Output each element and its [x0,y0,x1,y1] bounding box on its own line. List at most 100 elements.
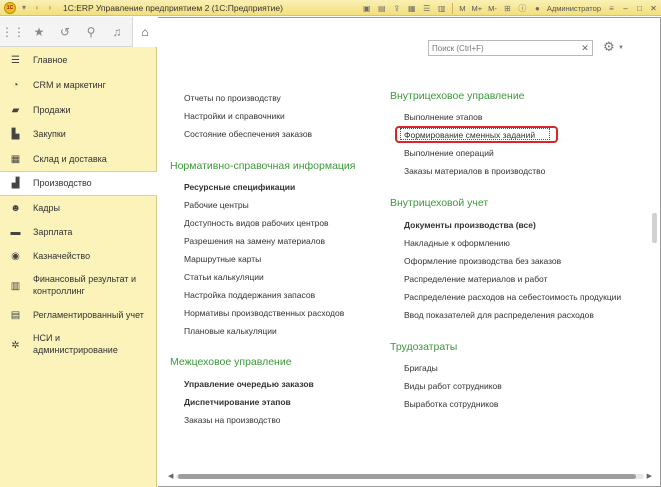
sidebar-item-treasury[interactable]: ◉ Казначейство [0,248,157,264]
forward-icon[interactable]: › [45,3,55,13]
sidebar-item-warehouse[interactable]: ▦ Склад и доставка [0,151,157,167]
sidebar-item-label: Главное [33,54,68,65]
save-icon[interactable]: ▣ [361,3,372,14]
scroll-thumb[interactable] [178,474,636,479]
memory-add-button[interactable]: M+ [471,4,482,13]
link-work-centers[interactable]: Рабочие центры [184,200,249,211]
scroll-right-icon[interactable]: ▶ [647,472,652,480]
close-icon[interactable]: ✕ [647,2,660,15]
sidebar-item-main[interactable]: ☰ Главное [0,52,157,68]
vertical-scrollbar[interactable] [652,213,657,243]
link-production-orders[interactable]: Заказы на производство [184,415,280,426]
star-icon[interactable]: ★ [26,17,52,47]
sidebar-item-label: Продажи [33,104,71,115]
search-box[interactable] [428,40,592,56]
main-panel: ✕ ⚙ ▼ Отчеты по производству Настройки и… [158,17,661,487]
search-icon[interactable]: ⚲ [78,17,104,47]
sidebar-item-label: Производство [33,178,92,188]
sidebar-item-label: контроллинг [33,286,85,296]
sidebar-item-production[interactable]: ▟ Производство [0,171,157,196]
bell-icon[interactable]: ♫ [104,17,130,47]
chevron-down-icon[interactable]: ▾ [19,3,29,13]
chevron-down-icon[interactable]: ▼ [618,45,624,51]
link-material-substitution[interactable]: Разрешения на замену материалов [184,236,325,247]
warehouse-icon: ▦ [10,153,21,165]
sales-icon: ▰ [11,104,20,116]
section-title-intra-acc: Внутрицеховой учет [390,197,489,209]
upload-icon[interactable]: ⇪ [391,3,402,14]
person-icon[interactable]: ● [532,3,543,14]
cart-icon: ▙ [11,128,20,140]
sidebar-item-crm[interactable]: ◔ CRM и маркетинг [0,77,157,93]
link-material-orders[interactable]: Заказы материалов в производство [404,166,545,177]
memory-button[interactable]: M [459,4,465,13]
link-operations-execution[interactable]: Выполнение операций [404,148,494,159]
horizontal-scrollbar[interactable]: ◀ ▶ [168,472,652,480]
window-title: 1С:ERP Управление предприятием 2 (1С:Пре… [63,2,283,13]
link-order-queue[interactable]: Управление очередью заказов [184,379,314,390]
sidebar-item-purchases[interactable]: ▙ Закупки [0,126,157,142]
link-resource-specs[interactable]: Ресурсные спецификации [184,182,295,193]
sidebar-item-label: Казначейство [33,250,91,261]
report-icon: ▤ [10,309,21,321]
link-production-norms[interactable]: Нормативы производственных расходов [184,308,344,319]
link-stock-settings[interactable]: Настройка поддержания запасов [184,290,315,301]
link-work-center-availability[interactable]: Доступность видов рабочих центров [184,218,329,229]
link-production-reports[interactable]: Отчеты по производству [184,93,281,104]
minimize-icon[interactable]: – [619,2,632,15]
chart-icon: ▥ [10,280,21,292]
link-employee-output[interactable]: Выработка сотрудников [404,399,498,410]
zoom-icon[interactable]: ⊞ [502,3,513,14]
memory-subtract-button[interactable]: M- [488,4,497,13]
link-order-supply[interactable]: Состояние обеспечения заказов [184,129,312,140]
link-distribution-indicators[interactable]: Ввод показателей для распределения расхо… [404,310,594,321]
link-production-documents[interactable]: Документы производства (все) [404,220,536,231]
link-material-distribution[interactable]: Распределение материалов и работ [404,274,548,285]
link-production-no-orders[interactable]: Оформление производства без заказов [404,256,561,267]
section-title-inter: Межцеховое управление [170,356,292,368]
scroll-left-icon[interactable]: ◀ [168,472,173,480]
link-invoices[interactable]: Накладные к оформлению [404,238,510,249]
link-work-types[interactable]: Виды работ сотрудников [404,381,502,392]
link-shift-tasks[interactable]: Формирование сменных заданий [404,130,535,141]
grid-icon[interactable]: ⋮⋮ [0,17,26,47]
sidebar-item-label: Закупки [33,128,66,139]
link-stage-dispatch[interactable]: Диспетчирование этапов [184,397,291,408]
sidebar: ☰ Главное ◔ CRM и маркетинг ▰ Продажи ▙ … [0,47,157,487]
sidebar-item-label: Финансовый результат и [33,274,137,284]
menu-icon[interactable]: ≡ [606,3,617,14]
section-title-intra-mgmt: Внутрицеховое управление [390,90,525,102]
link-cost-distribution[interactable]: Распределение расходов на себестоимость … [404,292,621,303]
print-icon[interactable]: ▤ [376,3,387,14]
sidebar-item-label: Регламентированный учет [33,309,144,320]
history-icon[interactable]: ↺ [52,17,78,47]
sidebar-item-sales[interactable]: ▰ Продажи [0,102,157,118]
sidebar-item-salary[interactable]: ▬ Зарплата [0,224,157,240]
preview-icon[interactable]: ▦ [406,3,417,14]
sidebar-item-label: НСИ и [33,333,60,343]
sidebar-item-regulated[interactable]: ▤ Регламентированный учет [0,307,157,323]
link-settings[interactable]: Настройки и справочники [184,111,285,122]
gear-icon[interactable]: ⚙ [603,39,615,55]
clear-icon[interactable]: ✕ [578,40,593,56]
calculator-icon[interactable]: ▥ [436,3,447,14]
menu-icon: ☰ [11,54,20,66]
link-route-cards[interactable]: Маршрутные карты [184,254,261,265]
section-title-nsi: Нормативно-справочная информация [170,160,356,172]
user-name[interactable]: Администратор [547,4,601,13]
maximize-icon[interactable]: □ [633,2,646,15]
home-icon[interactable]: ⌂ [132,16,157,47]
sidebar-item-admin[interactable]: ✲ НСИ и администрирование [0,331,157,359]
sidebar-item-finance[interactable]: ▥ Финансовый результат и контроллинг [0,272,157,300]
search-input[interactable] [429,41,577,55]
list-icon[interactable]: ☰ [421,3,432,14]
link-stage-execution[interactable]: Выполнение этапов [404,112,482,123]
app-logo[interactable]: 1С [4,1,16,14]
info-icon[interactable]: ⓘ [517,3,528,14]
link-costing-items[interactable]: Статьи калькуляции [184,272,264,283]
factory-icon: ▟ [11,178,20,189]
sidebar-item-hr[interactable]: ☻ Кадры [0,200,157,216]
back-icon[interactable]: ‹ [32,3,42,13]
link-planned-costing[interactable]: Плановые калькуляции [184,326,277,337]
link-brigades[interactable]: Бригады [404,363,438,374]
